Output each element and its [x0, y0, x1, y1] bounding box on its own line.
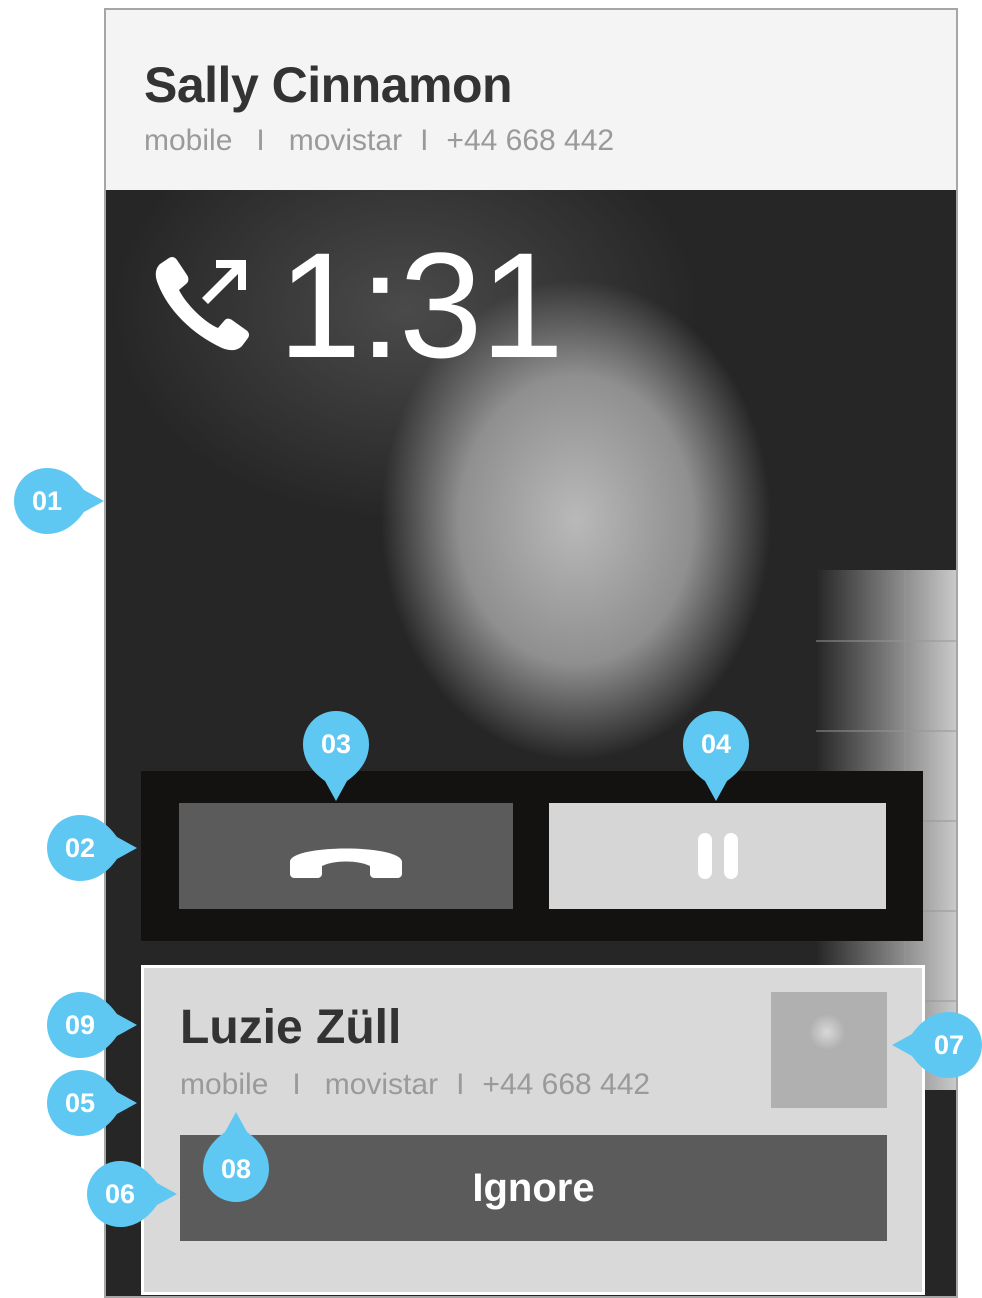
phone-number: +44 668 442 [482, 1068, 651, 1101]
annotation-label: 09 [64, 1009, 96, 1040]
separator: I [292, 1068, 301, 1101]
separator: I [420, 124, 429, 157]
caller-details: mobile I movistar I +44 668 442 [144, 124, 614, 158]
line-type: mobile [180, 1068, 269, 1101]
annotation-marker-01: 01 [14, 468, 104, 534]
annotation-label: 04 [700, 728, 732, 759]
line-type: mobile [144, 124, 233, 157]
call-controls-bar [141, 771, 923, 941]
incoming-caller-name: Luzie Züll [180, 1001, 402, 1054]
phone-number: +44 668 442 [446, 124, 615, 157]
separator: I [256, 124, 265, 157]
annotation-marker-03: 03 [303, 711, 369, 801]
pause-icon [697, 833, 738, 879]
call-duration: 1:31 [278, 221, 564, 389]
hang-up-button[interactable] [179, 803, 513, 909]
hold-button[interactable] [549, 803, 886, 909]
call-timer-row: 1:31 [146, 221, 564, 389]
annotation-marker-09: 09 [47, 992, 137, 1058]
annotation-label: 07 [933, 1029, 965, 1060]
annotation-label: 02 [64, 832, 96, 863]
annotation-marker-06: 06 [87, 1161, 177, 1227]
carrier: movistar [288, 124, 403, 157]
annotation-marker-02: 02 [47, 815, 137, 881]
annotation-marker-08: 08 [203, 1112, 269, 1202]
outgoing-call-icon [155, 256, 250, 351]
carrier: movistar [324, 1068, 439, 1101]
caller-name: Sally Cinnamon [144, 57, 513, 113]
annotation-label: 03 [320, 728, 352, 759]
incoming-caller-avatar [771, 992, 887, 1108]
annotation-marker-05: 05 [47, 1070, 137, 1136]
annotation-label: 08 [220, 1153, 252, 1184]
annotation-label: 05 [64, 1087, 96, 1118]
annotation-label: 06 [104, 1178, 136, 1209]
ignore-button[interactable]: Ignore [180, 1135, 887, 1241]
separator: I [456, 1068, 465, 1101]
annotation-marker-07: 07 [892, 1012, 982, 1078]
active-call-header: Sally Cinnamon mobile I movistar I +44 6… [106, 10, 956, 190]
incoming-call-card: Luzie Züll mobile I movistar I +44 668 4… [141, 965, 925, 1295]
annotation-label: 01 [31, 485, 63, 516]
hang-up-icon [290, 848, 402, 878]
incoming-caller-details: mobile I movistar I +44 668 442 [180, 1068, 650, 1102]
annotation-marker-04: 04 [683, 711, 749, 801]
